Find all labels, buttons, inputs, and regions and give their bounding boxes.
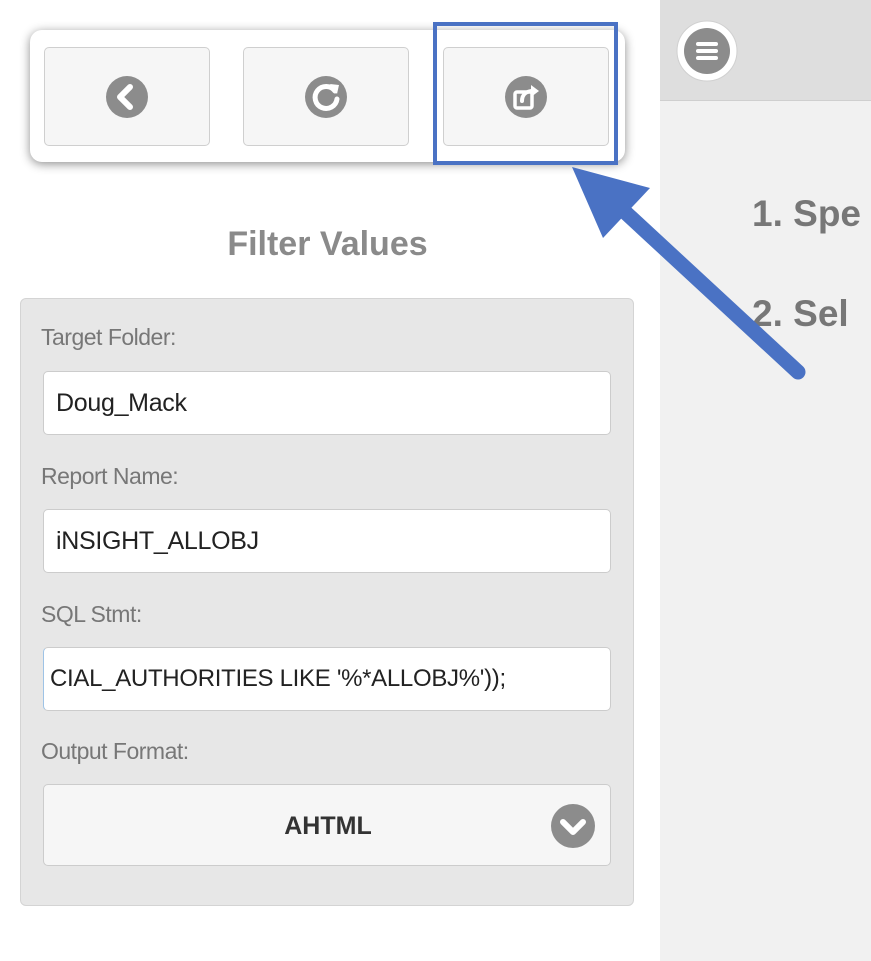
target-folder-input[interactable]: Doug_Mack: [43, 371, 611, 435]
page: Filter Values Target Folder: Doug_Mack R…: [0, 0, 871, 961]
sql-stmt-label: SQL Stmt:: [41, 601, 142, 627]
chevron-down-icon: [550, 803, 596, 849]
sql-stmt-input[interactable]: CIAL_AUTHORITIES LIKE '%*ALLOBJ%'));: [43, 647, 611, 711]
output-format-label: Output Format:: [41, 738, 189, 764]
filter-title: Filter Values: [227, 225, 428, 263]
back-button[interactable]: [44, 47, 210, 146]
report-name-input[interactable]: iNSIGHT_ALLOBJ: [43, 509, 611, 573]
refresh-button[interactable]: [243, 47, 409, 146]
target-folder-label: Target Folder:: [41, 324, 176, 350]
main-content: 1. Spe 2. Sel: [660, 0, 871, 961]
step-2: 2. Sel: [752, 293, 849, 334]
filter-panel: Target Folder: Doug_Mack Report Name: iN…: [20, 298, 634, 906]
report-name-label: Report Name:: [41, 463, 179, 489]
top-bar: [660, 0, 871, 101]
left-panel: Filter Values Target Folder: Doug_Mack R…: [0, 0, 660, 961]
output-format-select[interactable]: AHTML: [43, 784, 611, 866]
step-1: 1. Spe: [752, 193, 861, 234]
menu-button[interactable]: [676, 20, 738, 82]
back-icon: [105, 75, 149, 119]
toolbar: [30, 30, 625, 162]
export-icon: [504, 75, 548, 119]
refresh-icon: [304, 75, 348, 119]
menu-icon: [676, 20, 738, 86]
sql-stmt-value: CIAL_AUTHORITIES LIKE '%*ALLOBJ%'));: [50, 665, 506, 692]
export-button[interactable]: [443, 47, 609, 146]
output-format-value: AHTML: [284, 812, 372, 840]
